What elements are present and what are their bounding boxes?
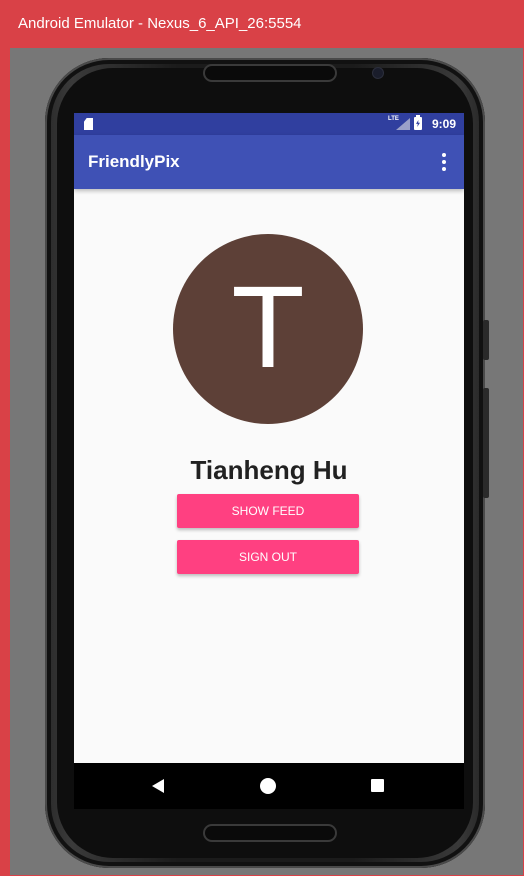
status-clock: 9:09 — [431, 117, 456, 131]
menu-dot — [442, 160, 446, 164]
volume-button[interactable] — [483, 388, 489, 498]
sign-out-button[interactable]: SIGN OUT — [177, 540, 359, 574]
menu-dot — [442, 167, 446, 171]
window-title: Android Emulator - Nexus_6_API_26:5554 — [18, 15, 302, 32]
front-camera — [373, 68, 383, 78]
sd-card-icon — [84, 118, 93, 130]
recents-square-icon[interactable] — [371, 779, 384, 792]
power-button[interactable] — [483, 320, 489, 360]
app-toolbar: FriendlyPix — [74, 135, 464, 189]
home-circle-icon[interactable] — [260, 778, 276, 794]
profile-name: Tianheng Hu — [190, 455, 348, 485]
back-triangle-icon[interactable] — [152, 779, 164, 793]
device-screen: LTE 9:09 FriendlyPix T Tianheng Hu SHOW … — [74, 113, 464, 763]
network-type-label: LTE — [388, 116, 399, 122]
menu-dot — [442, 153, 446, 157]
more-vert-icon[interactable] — [434, 148, 454, 176]
app-title: FriendlyPix — [88, 152, 180, 171]
profile-avatar: T — [173, 234, 363, 424]
navigation-bar — [74, 763, 464, 809]
window-title-bar[interactable]: Android Emulator - Nexus_6_API_26:5554 — [0, 0, 524, 48]
battery-charging-icon — [414, 115, 422, 130]
top-speaker — [205, 66, 335, 80]
status-bar: LTE 9:09 — [74, 113, 464, 135]
bottom-speaker — [205, 826, 335, 840]
show-feed-button[interactable]: SHOW FEED — [177, 494, 359, 528]
